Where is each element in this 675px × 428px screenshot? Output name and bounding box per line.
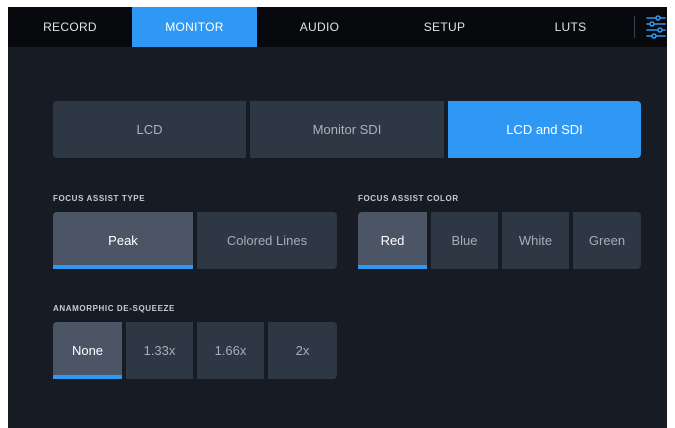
- output-monitor-sdi-button[interactable]: Monitor SDI: [250, 101, 444, 158]
- sliders-icon-graphic: [646, 15, 666, 39]
- focus-type-peak-label: Peak: [108, 233, 138, 248]
- anamorphic-none-label: None: [71, 343, 104, 358]
- monitor-settings-panel: RECORD MONITOR AUDIO SETUP LUTS LCD Moni…: [8, 7, 667, 428]
- tab-divider: [634, 16, 635, 38]
- anamorphic-none-button[interactable]: None: [53, 322, 122, 379]
- focus-color-red-button[interactable]: Red: [358, 212, 427, 269]
- anamorphic-1-33x-button[interactable]: 1.33x: [126, 322, 193, 379]
- focus-color-green-label: Green: [588, 233, 626, 248]
- tab-audio[interactable]: AUDIO: [257, 7, 382, 47]
- focus-assist-color-label: FOCUS ASSIST COLOR: [358, 194, 459, 203]
- focus-color-blue-label: Blue: [451, 233, 478, 248]
- anamorphic-1-33x-label: 1.33x: [143, 343, 176, 358]
- focus-color-red-label: Red: [380, 233, 405, 248]
- output-lcd-and-sdi-button[interactable]: LCD and SDI: [448, 101, 641, 158]
- anamorphic-de-squeeze-label: ANAMORPHIC DE-SQUEEZE: [53, 304, 175, 313]
- focus-color-white-label: White: [518, 233, 553, 248]
- focus-type-colored-lines-label: Colored Lines: [226, 233, 308, 248]
- focus-type-colored-lines-button[interactable]: Colored Lines: [197, 212, 337, 269]
- selection-indicator: [53, 375, 122, 379]
- tab-bar: RECORD MONITOR AUDIO SETUP LUTS: [8, 7, 667, 47]
- focus-assist-type-label: FOCUS ASSIST TYPE: [53, 194, 146, 203]
- tab-record[interactable]: RECORD: [8, 7, 132, 47]
- monitor-screen: RECORD MONITOR AUDIO SETUP LUTS LCD Moni…: [0, 0, 675, 428]
- selection-indicator: [53, 265, 193, 269]
- anamorphic-2x-button[interactable]: 2x: [268, 322, 337, 379]
- focus-color-green-button[interactable]: Green: [573, 212, 641, 269]
- focus-color-blue-button[interactable]: Blue: [431, 212, 498, 269]
- focus-type-peak-button[interactable]: Peak: [53, 212, 193, 269]
- anamorphic-2x-label: 2x: [295, 343, 310, 358]
- tab-monitor[interactable]: MONITOR: [132, 7, 257, 47]
- tab-setup[interactable]: SETUP: [382, 7, 507, 47]
- anamorphic-1-66x-button[interactable]: 1.66x: [197, 322, 264, 379]
- output-lcd-button[interactable]: LCD: [53, 101, 246, 158]
- tab-luts[interactable]: LUTS: [507, 7, 634, 47]
- selection-indicator: [358, 265, 427, 269]
- focus-color-white-button[interactable]: White: [502, 212, 569, 269]
- sliders-icon[interactable]: [644, 14, 667, 40]
- anamorphic-1-66x-label: 1.66x: [214, 343, 247, 358]
